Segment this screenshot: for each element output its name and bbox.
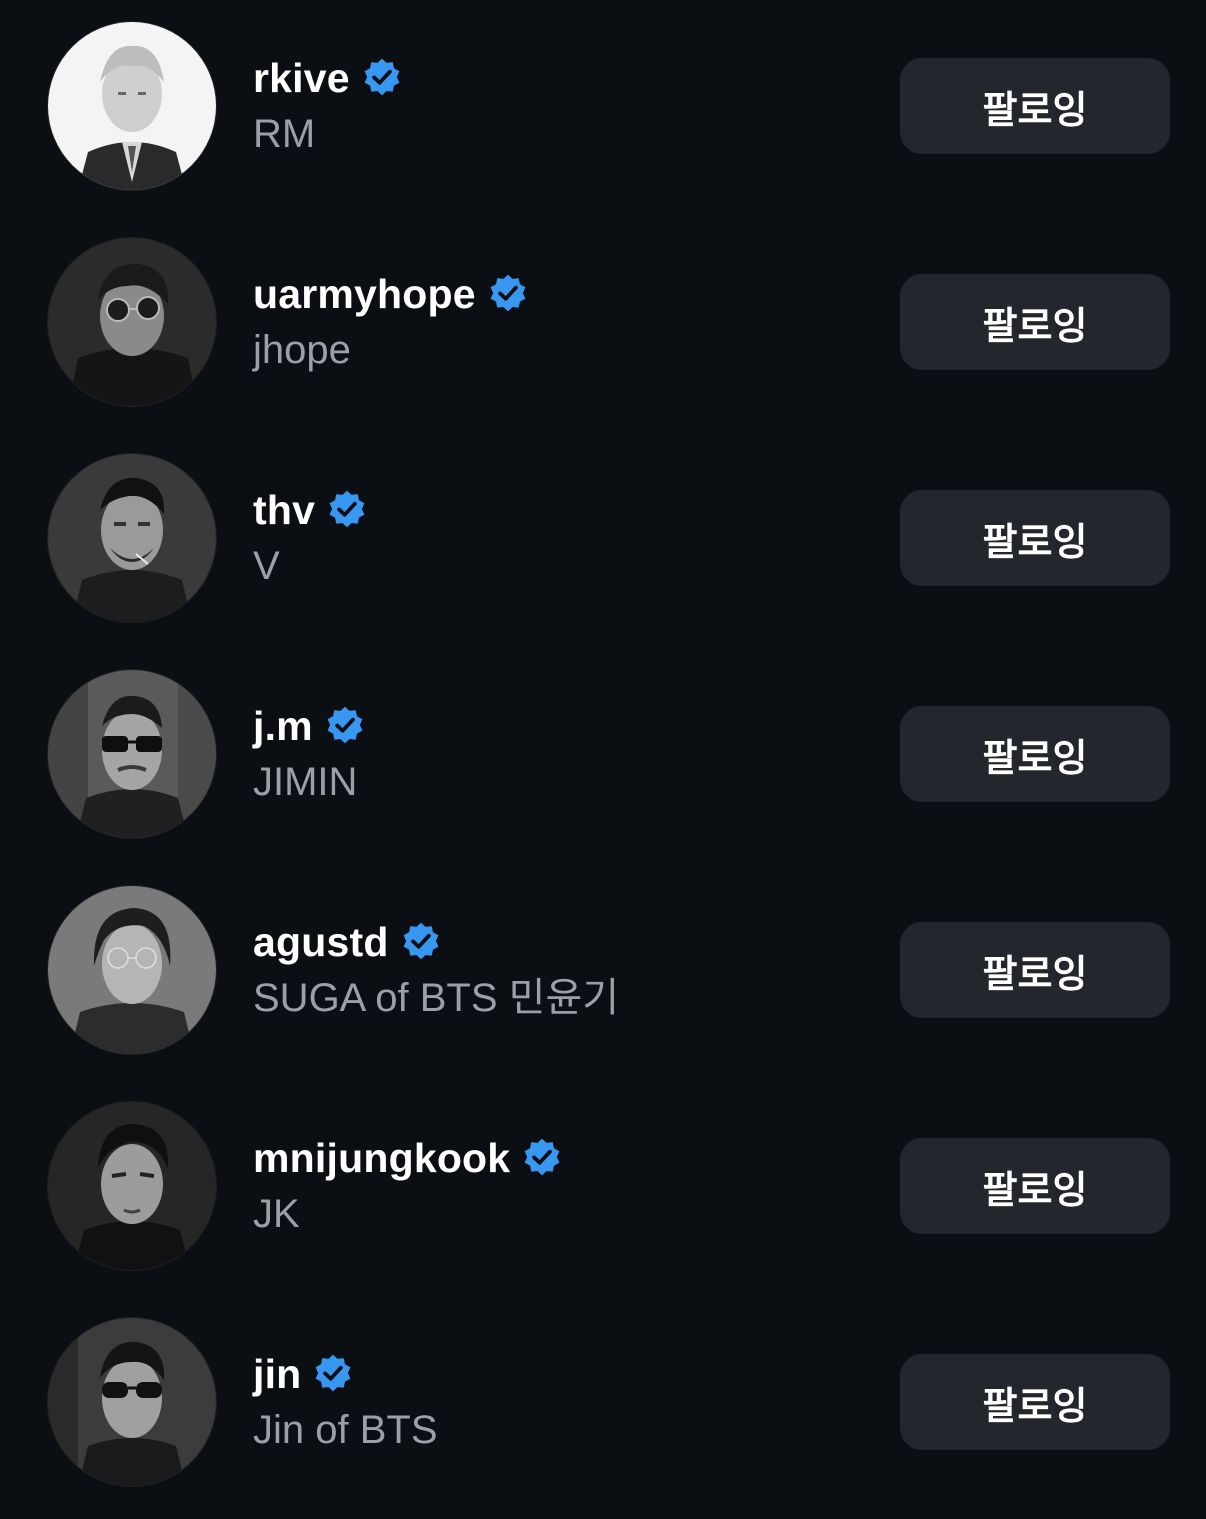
following-button[interactable]: 팔로잉 <box>900 1138 1170 1234</box>
handle-line: jin <box>253 1344 853 1404</box>
user-names: jin Jin of BTS <box>253 1344 853 1456</box>
handle-line: rkive <box>253 48 853 108</box>
user-names: agustd SUGA of BTS 민윤기 <box>253 912 853 1024</box>
handle-line: uarmyhope <box>253 264 853 324</box>
handle-line: mnijungkook <box>253 1128 853 1188</box>
following-button[interactable]: 팔로잉 <box>900 58 1170 154</box>
display-name: V <box>253 544 280 588</box>
verified-badge-icon <box>521 1137 563 1179</box>
display-name: jhope <box>253 328 351 372</box>
list-item[interactable]: uarmyhope jhope 팔로잉 <box>0 216 1206 432</box>
avatar[interactable] <box>48 1102 216 1270</box>
following-button[interactable]: 팔로잉 <box>900 1354 1170 1450</box>
user-names: mnijungkook JK <box>253 1128 853 1240</box>
display-name: RM <box>253 112 316 156</box>
avatar[interactable] <box>48 1318 216 1486</box>
username[interactable]: uarmyhope <box>253 271 476 318</box>
avatar[interactable] <box>48 454 216 622</box>
display-name: JK <box>253 1192 300 1236</box>
verified-badge-icon <box>361 57 403 99</box>
verified-badge-icon <box>312 1353 354 1395</box>
user-names: uarmyhope jhope <box>253 264 853 376</box>
list-item[interactable]: jin Jin of BTS 팔로잉 <box>0 1296 1206 1512</box>
display-name: SUGA of BTS 민윤기 <box>253 976 620 1020</box>
verified-badge-icon <box>326 489 368 531</box>
username[interactable]: jin <box>253 1351 301 1398</box>
verified-badge-icon <box>400 921 442 963</box>
display-name: JIMIN <box>253 760 358 804</box>
user-names: j.m JIMIN <box>253 696 853 808</box>
username[interactable]: thv <box>253 487 315 534</box>
following-button[interactable]: 팔로잉 <box>900 922 1170 1018</box>
username[interactable]: mnijungkook <box>253 1135 510 1182</box>
user-names: rkive RM <box>253 48 853 160</box>
avatar[interactable] <box>48 670 216 838</box>
verified-badge-icon <box>487 273 529 315</box>
handle-line: thv <box>253 480 853 540</box>
verified-badge-icon <box>324 705 366 747</box>
list-item[interactable]: rkive RM 팔로잉 <box>0 0 1206 216</box>
following-button[interactable]: 팔로잉 <box>900 274 1170 370</box>
handle-line: agustd <box>253 912 853 972</box>
list-item[interactable]: mnijungkook JK 팔로잉 <box>0 1080 1206 1296</box>
display-name: Jin of BTS <box>253 1408 438 1452</box>
avatar[interactable] <box>48 238 216 406</box>
username[interactable]: agustd <box>253 919 389 966</box>
username[interactable]: rkive <box>253 55 350 102</box>
following-list: rkive RM 팔로잉 uarmyhope jhope 팔로잉 thv V 팔… <box>0 0 1206 1519</box>
avatar[interactable] <box>48 886 216 1054</box>
handle-line: j.m <box>253 696 853 756</box>
following-button[interactable]: 팔로잉 <box>900 706 1170 802</box>
avatar[interactable] <box>48 22 216 190</box>
list-item[interactable]: j.m JIMIN 팔로잉 <box>0 648 1206 864</box>
username[interactable]: j.m <box>253 703 313 750</box>
following-button[interactable]: 팔로잉 <box>900 490 1170 586</box>
list-item[interactable]: agustd SUGA of BTS 민윤기 팔로잉 <box>0 864 1206 1080</box>
list-item[interactable]: thv V 팔로잉 <box>0 432 1206 648</box>
user-names: thv V <box>253 480 853 592</box>
